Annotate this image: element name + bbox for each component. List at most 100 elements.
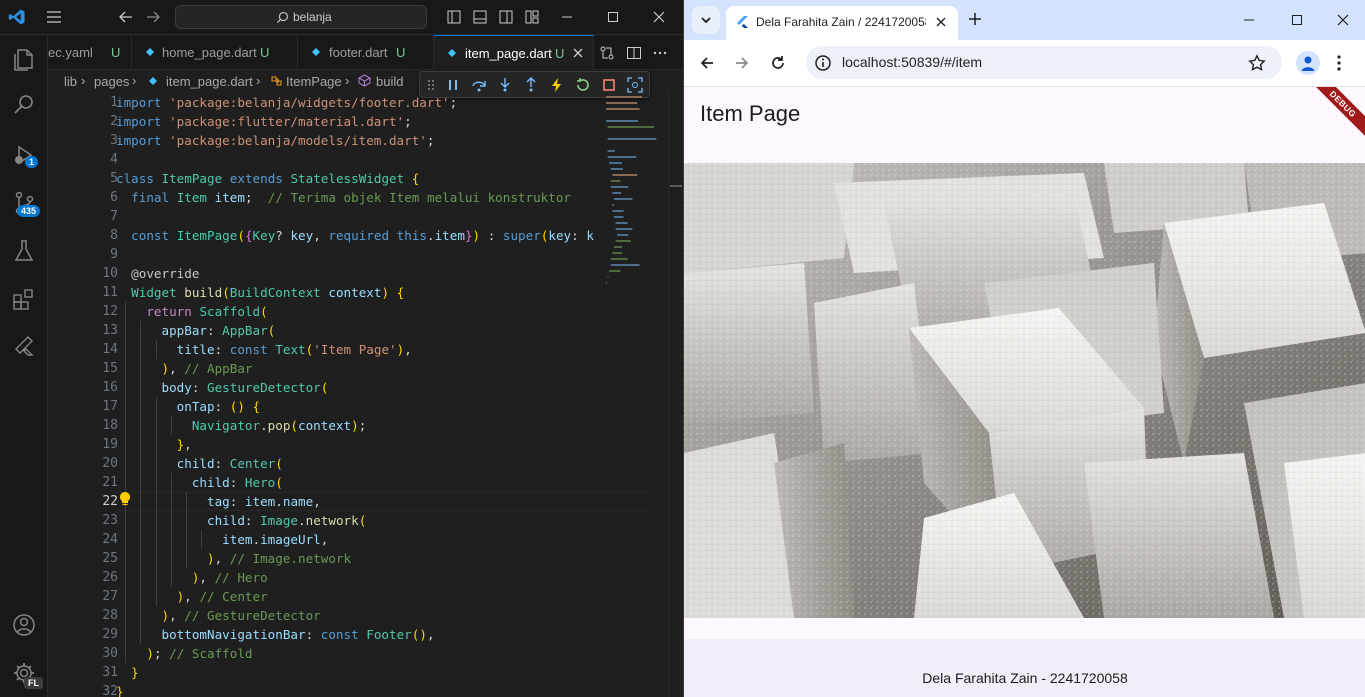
- step-over-icon[interactable]: [471, 77, 487, 93]
- drag-handle-icon[interactable]: [426, 77, 436, 93]
- line-number: 10: [102, 266, 118, 281]
- testing-icon[interactable]: [10, 237, 38, 265]
- accounts-icon[interactable]: [10, 611, 38, 639]
- tab-label: item_page.dart: [465, 46, 552, 61]
- app-bar: Item Page: [684, 87, 1365, 143]
- indent-guide: [155, 435, 157, 454]
- indent-guide: [201, 530, 203, 549]
- line-number: 2: [110, 114, 118, 129]
- reload-icon[interactable]: [769, 54, 787, 72]
- line-number: 17: [102, 399, 118, 414]
- devtools-inspect-icon[interactable]: [627, 77, 643, 93]
- line-number: 13: [102, 323, 118, 338]
- code-line: body: GestureDetector(: [161, 380, 329, 395]
- minimize-icon[interactable]: [558, 8, 576, 26]
- extensions-icon[interactable]: [10, 285, 38, 313]
- address-bar[interactable]: localhost:50839/#/item: [806, 46, 1282, 79]
- source-control-badge: 435: [17, 205, 41, 217]
- lightbulb-icon[interactable]: [118, 491, 132, 507]
- toggle-panel-icon[interactable]: [473, 10, 487, 24]
- breadcrumb-item[interactable]: item_page.dart: [166, 74, 253, 89]
- indent-guide: [155, 397, 157, 416]
- compare-changes-icon[interactable]: [599, 45, 615, 61]
- tab-footer[interactable]: footer.dart U: [298, 35, 434, 70]
- close-tab-icon[interactable]: [934, 15, 948, 29]
- breadcrumb-item[interactable]: ItemPage: [286, 74, 342, 89]
- indent-guide: [125, 435, 127, 454]
- code-editor[interactable]: 1 2 3 4 5 6 7 8 9 10 11 12 13 14 15 16 17 18 19 20 21 22 23 24 2…: [48, 92, 683, 697]
- hero-image[interactable]: [684, 163, 1365, 618]
- split-editor-icon[interactable]: [626, 45, 642, 61]
- command-center[interactable]: belanja: [175, 5, 427, 29]
- flutter-icon[interactable]: [10, 333, 38, 361]
- indent-guide: [155, 511, 157, 530]
- step-out-icon[interactable]: [523, 77, 539, 93]
- more-actions-icon[interactable]: [652, 45, 668, 61]
- tab-home-page[interactable]: home_page.dart U: [132, 35, 298, 70]
- method-symbol-icon: [358, 74, 371, 87]
- browser-tab[interactable]: Dela Farahita Zain / 2241720058: [726, 6, 958, 40]
- indent-guide: [125, 378, 127, 397]
- minimap-line: [617, 234, 629, 236]
- indent-guide: [125, 340, 127, 359]
- hot-reload-icon[interactable]: [549, 77, 565, 93]
- close-window-icon[interactable]: [650, 8, 668, 26]
- more-menu-icon[interactable]: [1336, 54, 1342, 72]
- forward-arrow-icon[interactable]: [733, 54, 751, 72]
- dart-file-icon: [448, 49, 456, 57]
- breadcrumb-item[interactable]: lib: [64, 74, 77, 89]
- indent-guide: [140, 359, 142, 378]
- editor-scrollbar[interactable]: [668, 92, 682, 697]
- bookmark-star-icon[interactable]: [1248, 54, 1266, 72]
- indent-guide: [125, 302, 127, 321]
- stop-icon[interactable]: [601, 77, 617, 93]
- maximize-icon[interactable]: [1290, 13, 1304, 27]
- maximize-icon[interactable]: [604, 8, 622, 26]
- line-number: 3: [110, 133, 118, 148]
- code-content[interactable]: import 'package:belanja/widgets/footer.d…: [116, 92, 646, 697]
- close-tab-icon[interactable]: [572, 47, 584, 59]
- minimap-line: [612, 210, 624, 212]
- tab-search-button[interactable]: [692, 6, 720, 34]
- indent-guide: [140, 473, 142, 492]
- restart-icon[interactable]: [575, 77, 591, 93]
- site-info-icon[interactable]: [814, 54, 832, 72]
- line-number: 24: [102, 532, 118, 547]
- toggle-sidebar-icon[interactable]: [447, 10, 461, 24]
- minimap-line: [612, 174, 638, 176]
- vscode-titlebar: belanja: [0, 0, 683, 35]
- forward-arrow-icon[interactable]: [145, 9, 161, 25]
- tab-pubspec[interactable]: ec.yaml U: [48, 35, 132, 70]
- pause-icon[interactable]: [445, 77, 461, 93]
- close-window-icon[interactable]: [1336, 13, 1350, 27]
- indent-guide: [140, 340, 142, 359]
- explorer-icon[interactable]: [10, 45, 38, 73]
- customize-layout-icon[interactable]: [525, 10, 539, 24]
- search-view-icon[interactable]: [10, 91, 38, 119]
- code-line: title: const Text('Item Page'),: [176, 342, 412, 357]
- menu-icon[interactable]: [46, 10, 62, 24]
- minimap-line: [610, 168, 623, 170]
- flutter-app-viewport: Item Page DEBUG Dela Farahita Zain - 224…: [684, 87, 1365, 697]
- minimap[interactable]: [604, 92, 666, 302]
- line-number: 7: [110, 209, 118, 224]
- new-tab-icon[interactable]: [967, 11, 983, 27]
- browser-tab-title: Dela Farahita Zain / 2241720058: [756, 15, 926, 29]
- line-number: 20: [102, 456, 118, 471]
- breadcrumb-item[interactable]: build: [376, 74, 403, 89]
- tab-item-page[interactable]: item_page.dart U: [434, 35, 594, 70]
- line-number: 22: [102, 494, 118, 509]
- person-icon: [1301, 56, 1315, 71]
- back-arrow-icon[interactable]: [698, 54, 716, 72]
- indent-guide: [125, 359, 127, 378]
- minimap-line: [615, 228, 633, 230]
- step-into-icon[interactable]: [497, 77, 513, 93]
- back-arrow-icon[interactable]: [118, 9, 134, 25]
- vscode-window: belanja 1 435 FL ec.yaml U home_page.dar…: [0, 0, 683, 697]
- profile-avatar[interactable]: [1296, 51, 1320, 75]
- minimap-line: [612, 252, 622, 254]
- toggle-secondary-sidebar-icon[interactable]: [499, 10, 513, 24]
- minimize-icon[interactable]: [1242, 13, 1256, 27]
- breadcrumb-item[interactable]: pages: [94, 74, 129, 89]
- browser-toolbar: localhost:50839/#/item: [684, 40, 1365, 87]
